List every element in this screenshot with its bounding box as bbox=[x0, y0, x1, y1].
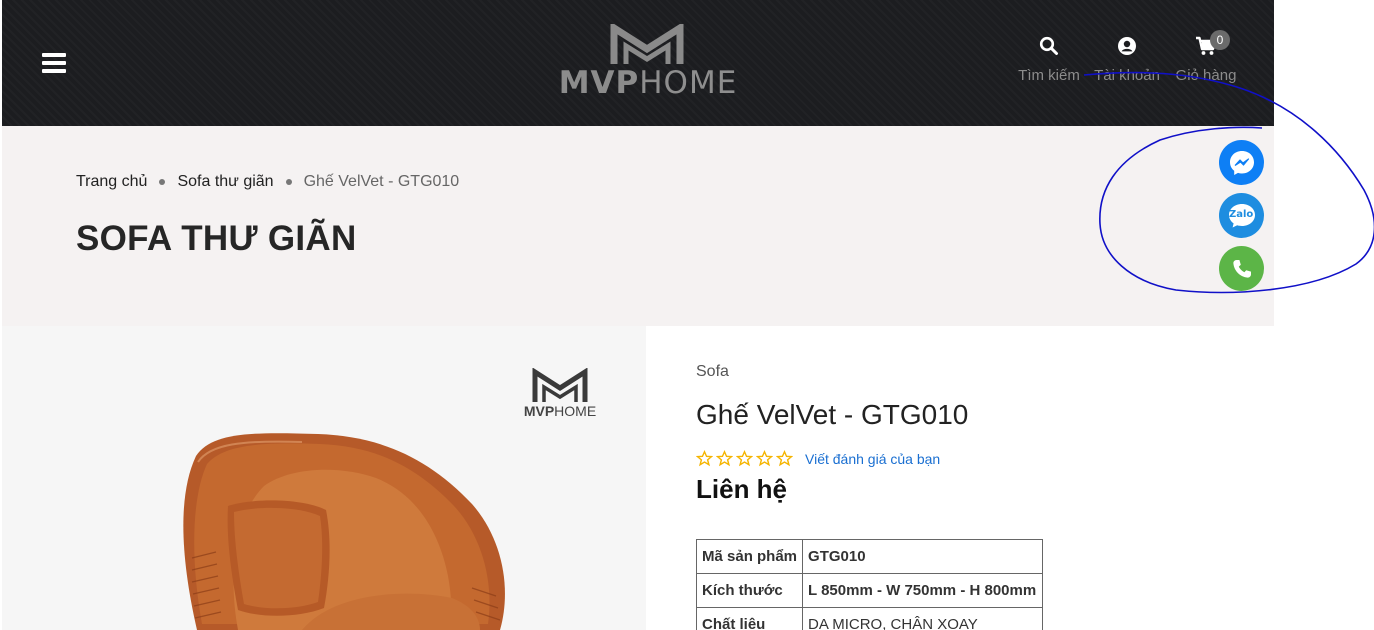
header-search-button[interactable]: Tìm kiếm bbox=[1012, 34, 1086, 84]
search-label: Tìm kiếm bbox=[1018, 67, 1080, 84]
messenger-button[interactable] bbox=[1219, 140, 1264, 185]
product-image[interactable]: MVPHOME bbox=[2, 326, 646, 630]
messenger-icon bbox=[1229, 150, 1254, 175]
product-name: Ghế VelVet - GTG010 bbox=[696, 399, 969, 430]
page-banner: Trang chủ Sofa thư giãn Ghế VelVet - GTG… bbox=[2, 126, 1274, 326]
zalo-button[interactable]: Zalo bbox=[1219, 193, 1264, 238]
phone-button[interactable] bbox=[1219, 246, 1264, 291]
account-label: Tài khoản bbox=[1094, 67, 1160, 84]
rating-stars[interactable] bbox=[696, 450, 793, 467]
mvp-logo-mark bbox=[610, 21, 684, 64]
product-price: Liên hệ bbox=[696, 474, 788, 504]
breadcrumb-current: Ghế VelVet - GTG010 bbox=[303, 173, 460, 190]
star-outline-icon[interactable] bbox=[696, 450, 713, 467]
spec-key: Mã sản phẩm bbox=[695, 539, 804, 574]
write-review-link[interactable]: Viết đánh giá của bạn bbox=[805, 451, 940, 467]
search-icon bbox=[1039, 36, 1058, 55]
phone-icon bbox=[1232, 259, 1251, 278]
spec-row-code: Mã sản phẩm GTG010 bbox=[695, 539, 1044, 574]
header-account-button[interactable]: Tài khoản bbox=[1090, 34, 1164, 84]
breadcrumb-home-link[interactable]: Trang chủ bbox=[76, 173, 147, 191]
armchair-image bbox=[183, 433, 505, 630]
logo-wordmark: MVPHOME bbox=[558, 65, 738, 101]
breadcrumb-separator bbox=[285, 179, 292, 185]
breadcrumb: Trang chủ Sofa thư giãn Ghế VelVet - GTG… bbox=[76, 173, 459, 191]
cart-label: Giỏ hàng bbox=[1175, 67, 1237, 84]
spec-key: Chất liệu bbox=[695, 607, 804, 630]
star-outline-icon[interactable] bbox=[756, 450, 773, 467]
star-outline-icon[interactable] bbox=[736, 450, 753, 467]
spec-row-material: Chất liệu DA MICRO, CHÂN XOAY bbox=[695, 607, 1044, 630]
product-category: Sofa bbox=[696, 363, 729, 380]
star-outline-icon[interactable] bbox=[716, 450, 733, 467]
spec-value: DA MICRO, CHÂN XOAY bbox=[802, 607, 1044, 630]
site-header: MVPHOME Tìm kiếm Tài khoản 0 Giỏ hàng bbox=[2, 0, 1274, 126]
spec-key: Kích thước bbox=[695, 573, 804, 608]
spec-value: GTG010 bbox=[802, 539, 1044, 574]
spec-value: L 850mm - W 750mm - H 800mm bbox=[802, 573, 1044, 608]
breadcrumb-category-link[interactable]: Sofa thư giãn bbox=[177, 173, 273, 191]
star-outline-icon[interactable] bbox=[776, 450, 793, 467]
hamburger-icon[interactable] bbox=[42, 53, 66, 75]
site-logo[interactable]: MVPHOME bbox=[534, 21, 762, 101]
page-title: SOFA THƯ GIÃN bbox=[76, 219, 357, 258]
spec-row-size: Kích thước L 850mm - W 750mm - H 800mm bbox=[695, 573, 1044, 608]
breadcrumb-separator bbox=[159, 179, 166, 185]
zalo-text: Zalo bbox=[1229, 209, 1254, 220]
spec-table: Mã sản phẩm GTG010 Kích thước L 850mm - … bbox=[695, 539, 1044, 630]
header-cart-button[interactable]: 0 Giỏ hàng bbox=[1170, 30, 1242, 84]
user-circle-icon bbox=[1118, 37, 1136, 55]
cart-count-badge: 0 bbox=[1210, 30, 1230, 50]
